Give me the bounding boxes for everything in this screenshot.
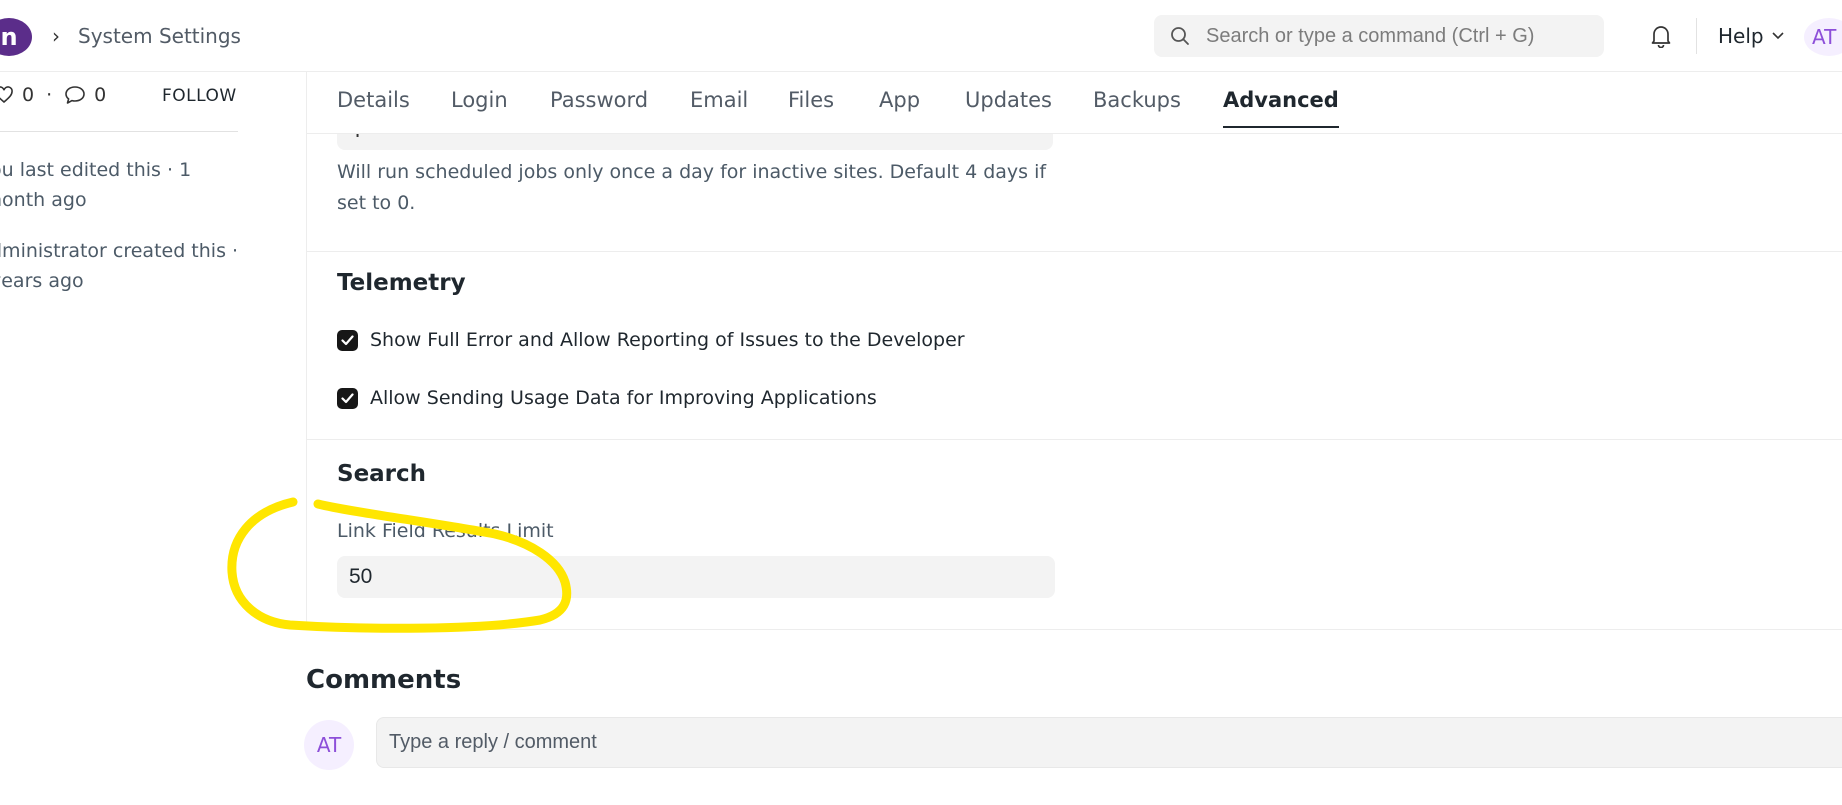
- check-icon: [341, 334, 354, 345]
- show-full-error-checkbox[interactable]: [337, 329, 358, 351]
- bell-icon[interactable]: [1650, 24, 1672, 48]
- user-avatar[interactable]: AT: [1804, 18, 1842, 56]
- comments-stat[interactable]: 0: [64, 84, 106, 106]
- activity-created: dministrator created this · years ago: [0, 240, 239, 292]
- heart-icon: [0, 86, 13, 104]
- comment-avatar: AT: [304, 720, 354, 770]
- activity-last-edited: ou last edited this · 1 nonth ago: [0, 159, 192, 211]
- search-section-title: Search: [337, 461, 427, 487]
- comment-icon: [65, 86, 85, 104]
- awesomebar[interactable]: [1154, 15, 1604, 57]
- help-dropdown[interactable]: Help: [1718, 24, 1784, 48]
- section-divider: [307, 439, 1842, 440]
- tab-app[interactable]: App: [879, 88, 920, 126]
- likes-stat[interactable]: 0: [0, 84, 34, 106]
- tab-email[interactable]: Email: [690, 88, 748, 126]
- sidebar-stats: 0 · 0: [0, 84, 106, 106]
- form-tabs: Details Login Password Email Files App U…: [307, 72, 1842, 134]
- tab-details[interactable]: Details: [337, 88, 410, 126]
- chevron-down-icon: [1772, 32, 1784, 40]
- comments-title: Comments: [306, 665, 462, 695]
- form-card: Details Login Password Email Files App U…: [306, 72, 1842, 630]
- tab-backups[interactable]: Backups: [1093, 88, 1181, 126]
- sidebar-divider: [0, 131, 238, 132]
- breadcrumb-system-settings[interactable]: System Settings: [78, 24, 241, 48]
- show-full-error-checkbox-row[interactable]: Show Full Error and Allow Reporting of I…: [337, 329, 965, 351]
- chevron-right-icon: ›: [52, 24, 60, 48]
- tab-login[interactable]: Login: [451, 88, 508, 126]
- usage-data-checkbox-row[interactable]: Allow Sending Usage Data for Improving A…: [337, 387, 877, 409]
- telemetry-section-title: Telemetry: [337, 270, 466, 296]
- search-input[interactable]: [1206, 15, 1596, 57]
- tab-password[interactable]: Password: [550, 88, 648, 126]
- search-icon: [1171, 27, 1189, 45]
- section-divider: [307, 251, 1842, 252]
- link-field-results-limit-input[interactable]: [337, 556, 1055, 598]
- navbar-divider: [1696, 18, 1697, 54]
- top-navbar: n › System Settings Help AT: [0, 0, 1842, 72]
- tab-advanced[interactable]: Advanced: [1223, 88, 1339, 128]
- usage-data-checkbox[interactable]: [337, 387, 358, 409]
- inactive-days-help: Will run scheduled jobs only once a day …: [337, 161, 1047, 214]
- follow-button[interactable]: FOLLOW: [162, 86, 237, 106]
- check-icon: [341, 392, 354, 403]
- tab-updates[interactable]: Updates: [965, 88, 1052, 126]
- link-field-results-limit-label: Link Field Results Limit: [337, 520, 554, 542]
- tab-files[interactable]: Files: [788, 88, 834, 126]
- app-logo[interactable]: n: [0, 18, 32, 56]
- comment-input[interactable]: [376, 717, 1842, 768]
